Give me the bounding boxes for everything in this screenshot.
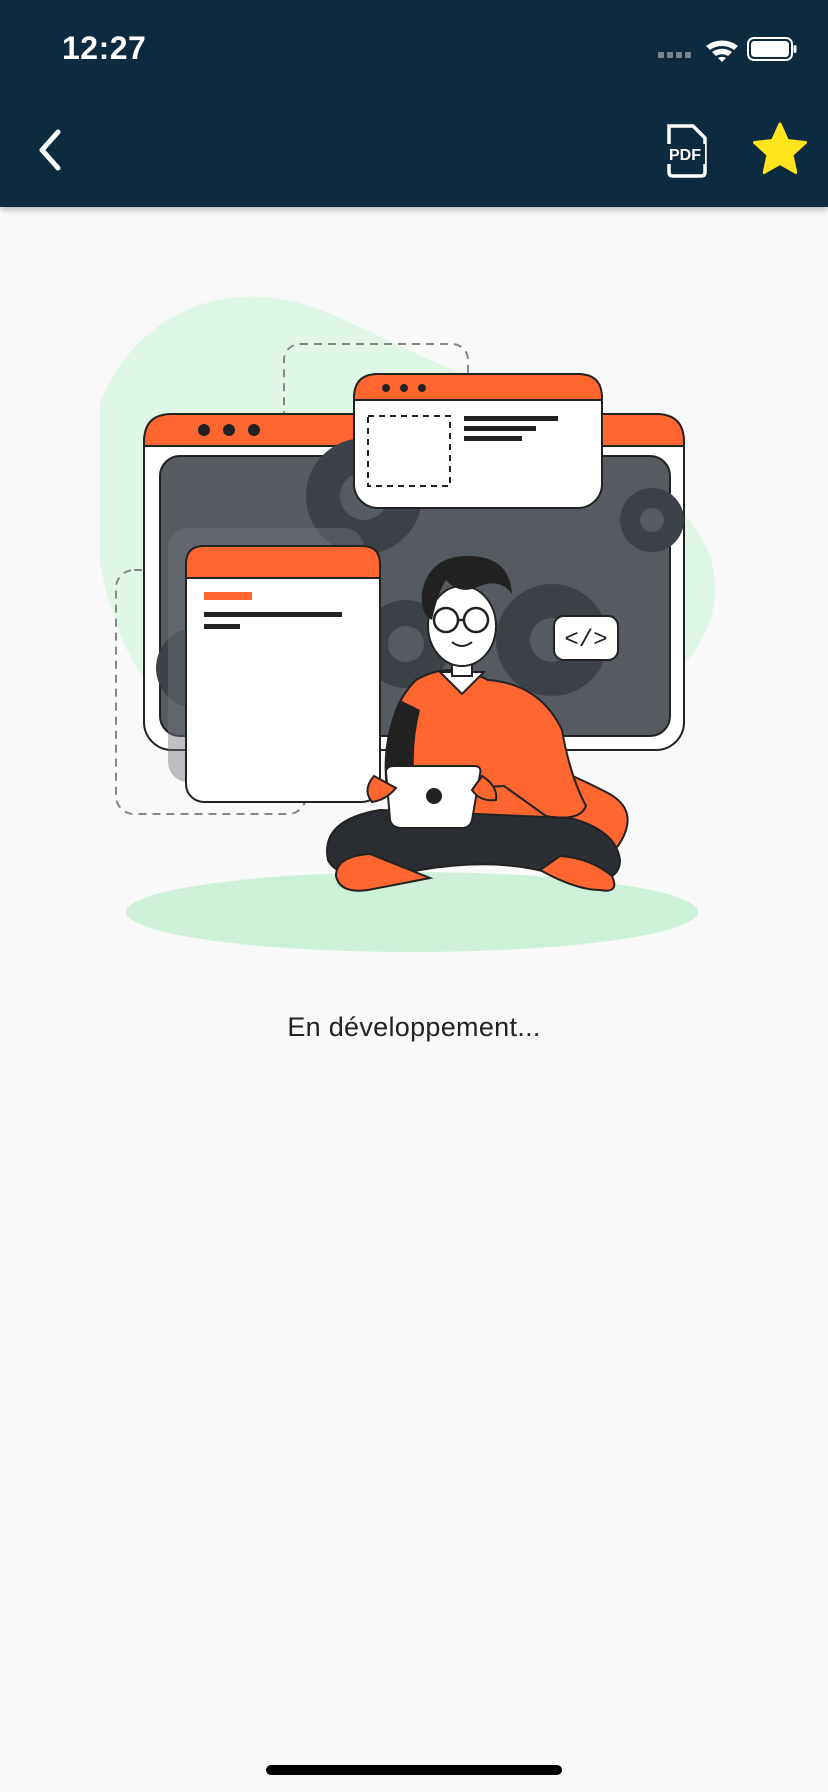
small-browser-window-left [185, 545, 381, 803]
code-tag-badge: </> [553, 615, 619, 661]
status-time: 12:27 [62, 30, 147, 66]
status-icons [658, 37, 797, 62]
battery-icon [747, 37, 797, 61]
small-browser-window-top [353, 373, 603, 509]
star-icon [753, 122, 807, 174]
in-development-illustration: </> [100, 296, 716, 952]
favorite-button[interactable] [748, 118, 812, 182]
top-app-bar: 12:27 PDF [0, 0, 828, 207]
back-button[interactable] [20, 118, 84, 182]
pdf-icon-text: PDF [669, 147, 701, 164]
wifi-icon [706, 40, 738, 62]
home-indicator [266, 1765, 562, 1775]
code-tag-text: </> [564, 627, 607, 654]
chevron-left-icon [39, 129, 61, 171]
signal-icon [658, 52, 691, 58]
pdf-file-icon: PDF [661, 124, 707, 178]
in-development-message: En développement... [287, 1012, 541, 1042]
pdf-button[interactable]: PDF [655, 120, 715, 180]
